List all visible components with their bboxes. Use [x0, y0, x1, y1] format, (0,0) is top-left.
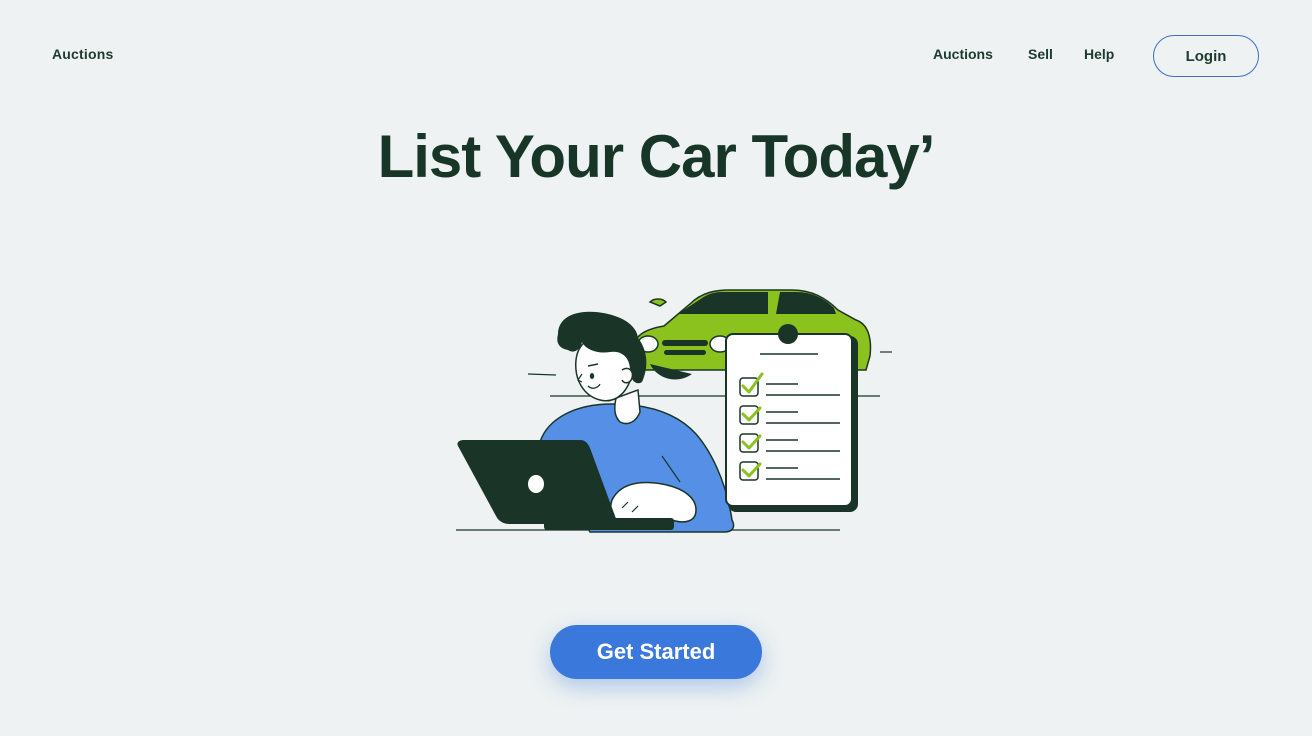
checklist-icon [725, 324, 858, 512]
get-started-button[interactable]: Get Started [550, 625, 762, 679]
nav-link-sell[interactable]: Sell [1028, 46, 1053, 62]
page: Auctions Auctions Sell Help Login List Y… [0, 0, 1312, 736]
login-button[interactable]: Login [1153, 35, 1259, 77]
nav-link-help[interactable]: Help [1084, 46, 1114, 62]
nav-brand-auctions[interactable]: Auctions [52, 46, 114, 62]
hero-illustration [456, 289, 892, 533]
nav-link-auctions[interactable]: Auctions [933, 46, 993, 62]
hero-title: List Your Car Today’ [377, 123, 936, 190]
